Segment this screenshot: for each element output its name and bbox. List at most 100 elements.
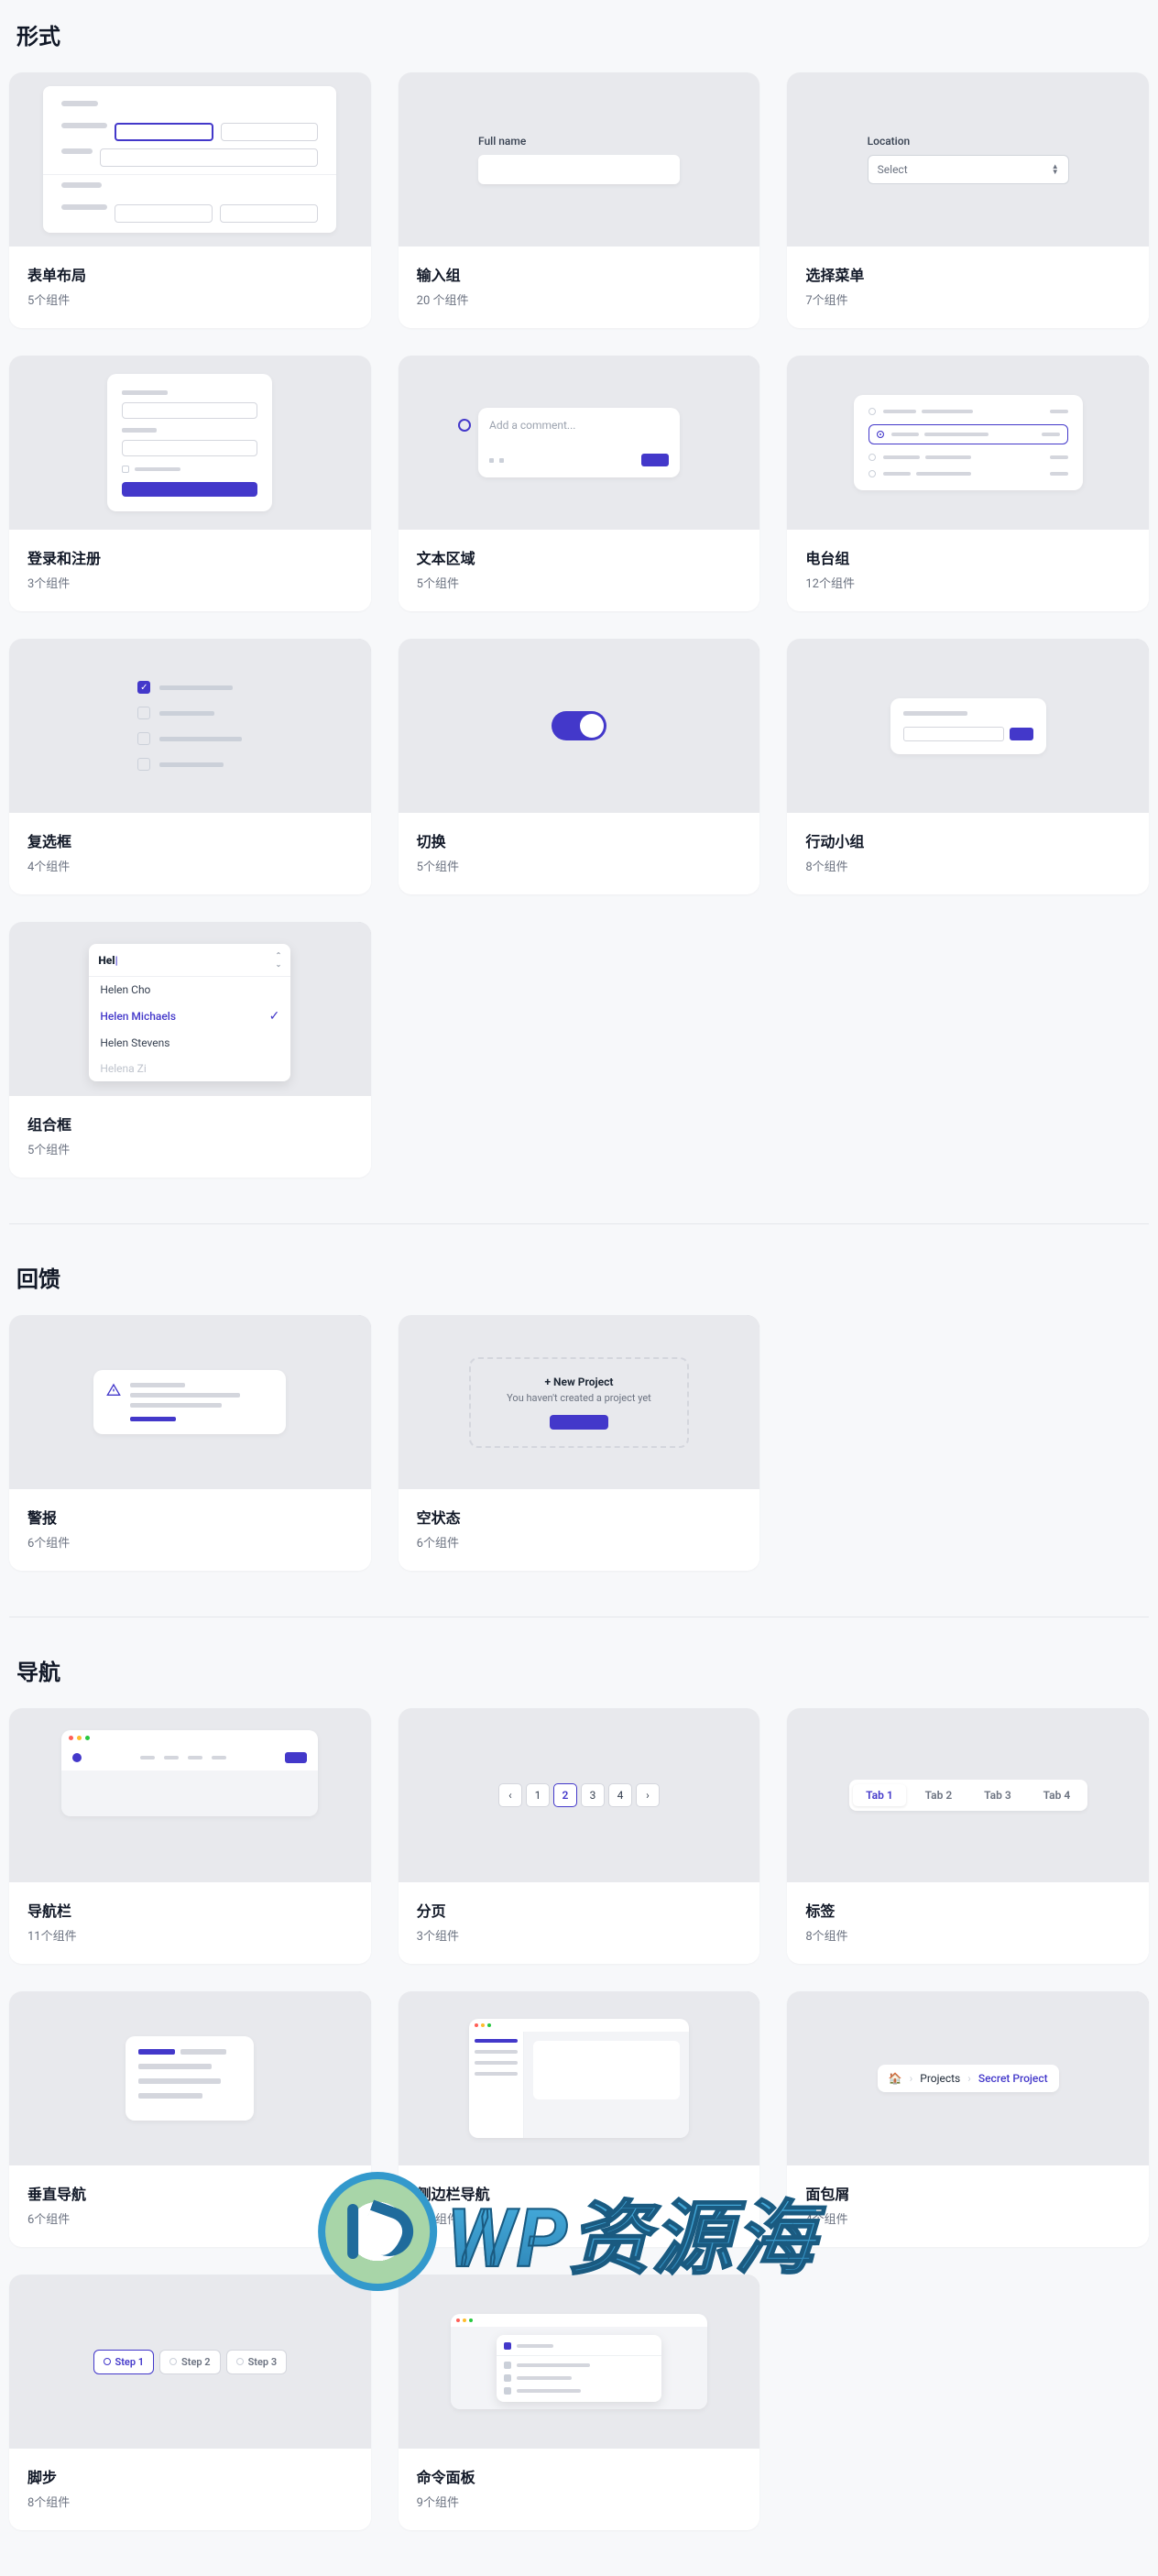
card-tabs[interactable]: Tab 1 Tab 2 Tab 3 Tab 4 标签 8个组件 (787, 1708, 1149, 1964)
card-title: 标签 (805, 1899, 1131, 1921)
card-title: 空状态 (417, 1506, 742, 1528)
card-preview (9, 72, 371, 247)
card-preview: Step 1 Step 2 Step 3 (9, 2275, 371, 2449)
card-title: 警报 (27, 1506, 353, 1528)
card-form-layouts[interactable]: 表单布局 5个组件 (9, 72, 371, 328)
card-preview (399, 639, 760, 813)
card-preview: Hel| ⌃⌄ Helen Cho Helen Michaels✓ Helen … (9, 922, 371, 1096)
card-subtitle: 20 个组件 (417, 290, 742, 308)
card-toggles[interactable]: 切换 5个组件 (399, 639, 760, 894)
page-prev: ‹ (498, 1783, 522, 1807)
card-subtitle: 3个组件 (27, 574, 353, 591)
toggle-icon (552, 711, 606, 740)
checkbox-icon: ✓ (137, 681, 150, 694)
check-icon: ✓ (269, 1009, 280, 1024)
card-breadcrumbs[interactable]: 🏠 › Projects › Secret Project 面包屑 4个组件 (787, 1991, 1149, 2247)
section-divider (9, 1223, 1149, 1224)
card-preview: Tab 1 Tab 2 Tab 3 Tab 4 (787, 1708, 1149, 1882)
card-vertical-nav[interactable]: 垂直导航 6个组件 (9, 1991, 371, 2247)
tab-item: Tab 3 (971, 1784, 1025, 1806)
step-item: Step 3 (226, 2350, 288, 2374)
card-input-groups[interactable]: Full name 输入组 20 个组件 (399, 72, 760, 328)
card-subtitle: 5个组件 (417, 574, 742, 591)
card-subtitle: 5个组件 (27, 1140, 353, 1157)
card-title: 切换 (417, 829, 742, 851)
card-title: 导航栏 (27, 1899, 353, 1921)
tab-item: Tab 2 (912, 1784, 966, 1806)
card-navbars[interactable]: 导航栏 11个组件 (9, 1708, 371, 1964)
card-preview: Add a comment... (399, 356, 760, 530)
home-icon: 🏠 (889, 2072, 902, 2085)
card-sidebar-nav[interactable]: 侧边栏导航 8个组件 (399, 1991, 760, 2247)
card-command-palettes[interactable]: 命令面板 9个组件 (399, 2275, 760, 2530)
card-subtitle: 6个组件 (27, 2209, 353, 2227)
card-title: 复选框 (27, 829, 353, 851)
card-preview (787, 639, 1149, 813)
tab-item: Tab 4 (1030, 1784, 1084, 1806)
card-preview (9, 1991, 371, 2165)
combobox-option: Helen Michaels✓ (89, 1003, 290, 1030)
card-title: 选择菜单 (805, 263, 1131, 285)
card-preview (9, 1315, 371, 1489)
card-title: 输入组 (417, 263, 742, 285)
card-title: 组合框 (27, 1113, 353, 1135)
card-comboboxes[interactable]: Hel| ⌃⌄ Helen Cho Helen Michaels✓ Helen … (9, 922, 371, 1178)
user-icon (458, 419, 471, 432)
page-number: 2 (553, 1783, 577, 1807)
card-title: 分页 (417, 1899, 742, 1921)
card-preview: Location Select ▲▼ (787, 72, 1149, 247)
card-subtitle: 8个组件 (27, 2493, 353, 2510)
card-subtitle: 4个组件 (27, 857, 353, 874)
preview-label: Location (868, 135, 1069, 148)
breadcrumb-item: Projects (920, 2072, 960, 2085)
empty-body: You haven't created a project yet (487, 1392, 671, 1404)
section-title: 形式 (16, 18, 1149, 50)
card-steps[interactable]: Step 1 Step 2 Step 3 脚步 8个组件 (9, 2275, 371, 2530)
card-subtitle: 4个组件 (805, 2209, 1131, 2227)
card-title: 脚步 (27, 2465, 353, 2487)
card-pagination[interactable]: ‹ 1 2 3 4 › 分页 3个组件 (399, 1708, 760, 1964)
card-title: 行动小组 (805, 829, 1131, 851)
card-title: 表单布局 (27, 263, 353, 285)
page-number: 4 (608, 1783, 632, 1807)
card-subtitle: 5个组件 (27, 290, 353, 308)
card-radio-groups[interactable]: 电台组 12个组件 (787, 356, 1149, 611)
section-title: 回馈 (16, 1261, 1149, 1293)
section-title: 导航 (16, 1654, 1149, 1686)
section-forms: 形式 表单布局 5个组件 Ful (9, 18, 1149, 1178)
combobox-query: Hel (98, 954, 115, 967)
textarea-placeholder: Add a comment... (489, 419, 669, 432)
step-item: Step 2 (159, 2350, 221, 2374)
card-subtitle: 12个组件 (805, 574, 1131, 591)
card-select-menus[interactable]: Location Select ▲▼ 选择菜单 7个组件 (787, 72, 1149, 328)
card-sign-in[interactable]: 登录和注册 3个组件 (9, 356, 371, 611)
card-preview: ✓ (9, 639, 371, 813)
card-preview (787, 356, 1149, 530)
card-subtitle: 3个组件 (417, 1926, 742, 1944)
card-empty-states[interactable]: + New Project You haven't created a proj… (399, 1315, 760, 1571)
card-subtitle: 11个组件 (27, 1926, 353, 1944)
select-placeholder: Select (878, 163, 908, 176)
breadcrumb-item: Secret Project (978, 2072, 1048, 2085)
section-feedback: 回馈 警报 6个组件 (9, 1261, 1149, 1571)
card-subtitle: 7个组件 (805, 290, 1131, 308)
combobox-option: Helen Stevens (89, 1030, 290, 1056)
card-preview: Full name (399, 72, 760, 247)
card-title: 电台组 (805, 546, 1131, 568)
warning-icon (106, 1383, 121, 1398)
page-number: 1 (526, 1783, 550, 1807)
card-title: 面包屑 (805, 2182, 1131, 2204)
preview-select: Select ▲▼ (868, 155, 1069, 184)
tab-item: Tab 1 (853, 1784, 907, 1806)
card-checkboxes[interactable]: ✓ 复选框 4个组件 (9, 639, 371, 894)
card-alerts[interactable]: 警报 6个组件 (9, 1315, 371, 1571)
preview-input (478, 155, 680, 184)
card-subtitle: 8个组件 (805, 857, 1131, 874)
card-action-panels[interactable]: 行动小组 8个组件 (787, 639, 1149, 894)
card-title: 登录和注册 (27, 546, 353, 568)
card-title: 侧边栏导航 (417, 2182, 742, 2204)
card-preview (399, 2275, 760, 2449)
card-subtitle: 6个组件 (417, 1533, 742, 1551)
card-textareas[interactable]: Add a comment... 文本区域 5个组件 (399, 356, 760, 611)
card-preview: + New Project You haven't created a proj… (399, 1315, 760, 1489)
